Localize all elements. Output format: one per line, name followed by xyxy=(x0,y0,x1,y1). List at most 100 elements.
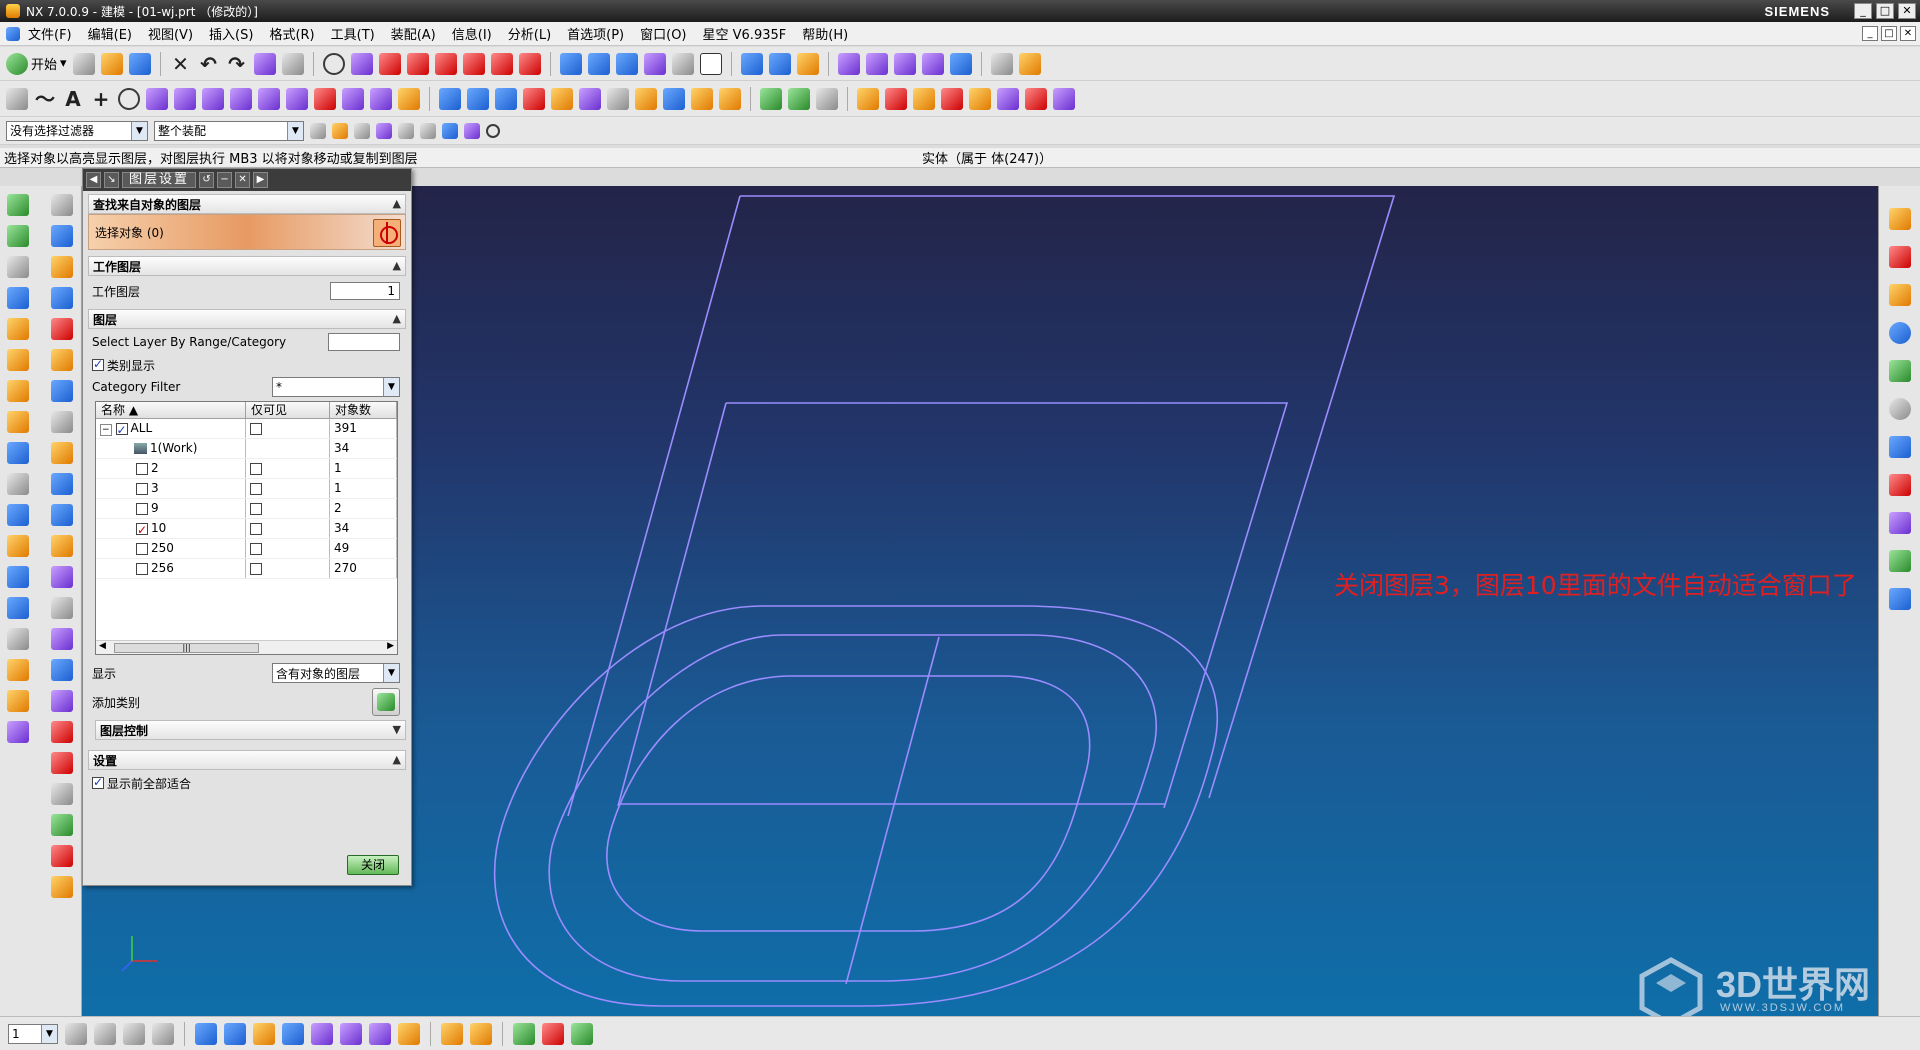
new-file-icon[interactable] xyxy=(72,52,95,75)
curvature-comb-icon[interactable] xyxy=(542,1022,564,1045)
left-tool-17-icon[interactable] xyxy=(7,690,29,712)
table-row[interactable]: 10 34 xyxy=(96,519,397,540)
left2-tool-7-icon[interactable] xyxy=(51,380,73,402)
trim-curve-icon[interactable] xyxy=(406,52,429,75)
system-materials-icon[interactable] xyxy=(1888,436,1911,458)
shaded-view-icon[interactable] xyxy=(559,52,582,75)
table-horizontal-scrollbar[interactable]: ◀ ||| ▶ xyxy=(96,640,397,654)
protractor-icon[interactable] xyxy=(470,1022,492,1045)
select-objects-row[interactable]: 选择对象 (0) xyxy=(88,214,406,250)
left-tool-3-icon[interactable] xyxy=(7,256,29,278)
mold-3-icon[interactable] xyxy=(913,87,935,110)
surface-4-icon[interactable] xyxy=(523,87,545,110)
snap-view-icon[interactable] xyxy=(893,52,916,75)
constraint-navigator-icon[interactable] xyxy=(1888,246,1911,268)
dialog-minimize-icon[interactable]: − xyxy=(217,172,233,188)
table-row[interactable]: 250 49 xyxy=(96,539,397,559)
delete-icon[interactable]: ✕ xyxy=(170,53,192,75)
visible-only-checkbox[interactable] xyxy=(250,522,262,535)
analysis-icon[interactable] xyxy=(513,1022,535,1045)
derived-curve-icon[interactable] xyxy=(518,52,541,75)
mdi-restore-button[interactable]: □ xyxy=(1881,26,1897,41)
close-button[interactable]: 关闭 xyxy=(347,855,399,875)
ruler-icon[interactable] xyxy=(441,1022,463,1045)
select-feature-icon[interactable] xyxy=(464,122,480,139)
visible-only-checkbox[interactable] xyxy=(250,462,262,475)
sweep-icon[interactable] xyxy=(202,87,224,110)
table-row[interactable]: 256 270 xyxy=(96,559,397,579)
table-row[interactable]: −ALL 391 xyxy=(96,419,397,440)
left-tool-11-icon[interactable] xyxy=(7,504,29,526)
visible-only-checkbox[interactable] xyxy=(250,502,262,515)
layer-checkbox[interactable] xyxy=(136,542,148,555)
mold-5-icon[interactable] xyxy=(969,87,991,110)
snap-1-icon[interactable] xyxy=(195,1022,217,1045)
trim-body-icon[interactable] xyxy=(286,87,308,110)
surface-7-icon[interactable] xyxy=(607,87,629,110)
section-find-from-object[interactable]: 查找来自对象的图层 ▲ xyxy=(88,194,406,214)
snap-6-icon[interactable] xyxy=(340,1022,362,1045)
layer-all-checkbox[interactable] xyxy=(115,421,128,440)
left2-tool-12-icon[interactable] xyxy=(51,535,73,557)
extrude-icon[interactable] xyxy=(146,87,168,110)
start-button[interactable]: 开始 ▾ xyxy=(6,52,67,75)
extend-curve-icon[interactable] xyxy=(434,52,457,75)
mold-8-icon[interactable] xyxy=(1053,87,1075,110)
crosshair-select-icon[interactable] xyxy=(373,219,401,247)
layer-checkbox[interactable] xyxy=(136,482,148,495)
work-layer-input[interactable]: 1 xyxy=(330,282,400,300)
layer-checkbox[interactable] xyxy=(136,562,148,575)
left2-tool-21-icon[interactable] xyxy=(51,814,73,836)
layer-checkbox[interactable] xyxy=(136,462,148,475)
split-body-icon[interactable] xyxy=(314,87,336,110)
left-tool-7-icon[interactable] xyxy=(7,380,29,402)
reuse-library-icon[interactable] xyxy=(1888,322,1911,344)
left2-tool-8-icon[interactable] xyxy=(51,411,73,433)
left-tool-12-icon[interactable] xyxy=(7,535,29,557)
menu-xingkong[interactable]: 星空 V6.935F xyxy=(695,24,795,43)
dialog-expand-right-icon[interactable]: ▶ xyxy=(253,172,269,188)
left-tool-1-icon[interactable] xyxy=(7,194,29,216)
system-scenes-icon[interactable] xyxy=(1888,588,1911,610)
render-style-icon[interactable] xyxy=(671,52,694,75)
assembly-navigator-icon[interactable] xyxy=(1888,208,1911,230)
selection-filter-dropdown[interactable]: 没有选择过滤器 ▼ xyxy=(6,120,148,141)
dialog-close-icon[interactable]: ✕ xyxy=(235,172,251,188)
left2-tool-18-icon[interactable] xyxy=(51,721,73,743)
revolve-icon[interactable] xyxy=(174,87,196,110)
menu-window[interactable]: 窗口(O) xyxy=(632,24,694,43)
point-constructor-icon[interactable] xyxy=(990,52,1013,75)
col-count-header[interactable]: 对象数 xyxy=(330,402,397,418)
surface-11-icon[interactable] xyxy=(719,87,741,110)
point-icon[interactable]: + xyxy=(90,88,112,110)
left2-tool-5-icon[interactable] xyxy=(51,318,73,340)
solid-view-icon[interactable] xyxy=(615,52,638,75)
left-tool-5-icon[interactable] xyxy=(7,318,29,340)
visible-only-checkbox[interactable] xyxy=(250,542,262,555)
left2-tool-10-icon[interactable] xyxy=(51,473,73,495)
section-layers[interactable]: 图层 ▲ xyxy=(88,309,406,329)
layer-number-dropdown[interactable]: 1 ▼ xyxy=(8,1023,58,1044)
table-row[interactable]: 3 1 xyxy=(96,479,397,499)
curve-circle-icon[interactable] xyxy=(322,52,345,75)
wireframe-view-icon[interactable] xyxy=(643,52,666,75)
add-category-button[interactable] xyxy=(372,688,400,716)
menu-tools[interactable]: 工具(T) xyxy=(323,24,383,43)
left2-tool-22-icon[interactable] xyxy=(51,845,73,867)
left2-tool-1-icon[interactable] xyxy=(51,194,73,216)
corner-curve-icon[interactable] xyxy=(490,52,513,75)
open-folder-icon[interactable] xyxy=(100,52,123,75)
select-solid-icon[interactable] xyxy=(442,122,458,139)
select-by-range-input[interactable] xyxy=(328,333,400,351)
surface-6-icon[interactable] xyxy=(579,87,601,110)
menu-format[interactable]: 格式(R) xyxy=(261,24,322,43)
category-display-checkbox[interactable] xyxy=(92,357,104,371)
offset-surface-icon[interactable] xyxy=(258,87,280,110)
warning-icon[interactable] xyxy=(1018,52,1041,75)
copy-to-layer-icon[interactable] xyxy=(123,1022,145,1045)
menu-insert[interactable]: 插入(S) xyxy=(201,24,261,43)
pan-view-icon[interactable] xyxy=(796,52,819,75)
left-tool-2-icon[interactable] xyxy=(7,225,29,247)
layer-settings-icon[interactable] xyxy=(65,1022,87,1045)
mdi-minimize-button[interactable]: _ xyxy=(1862,26,1878,41)
